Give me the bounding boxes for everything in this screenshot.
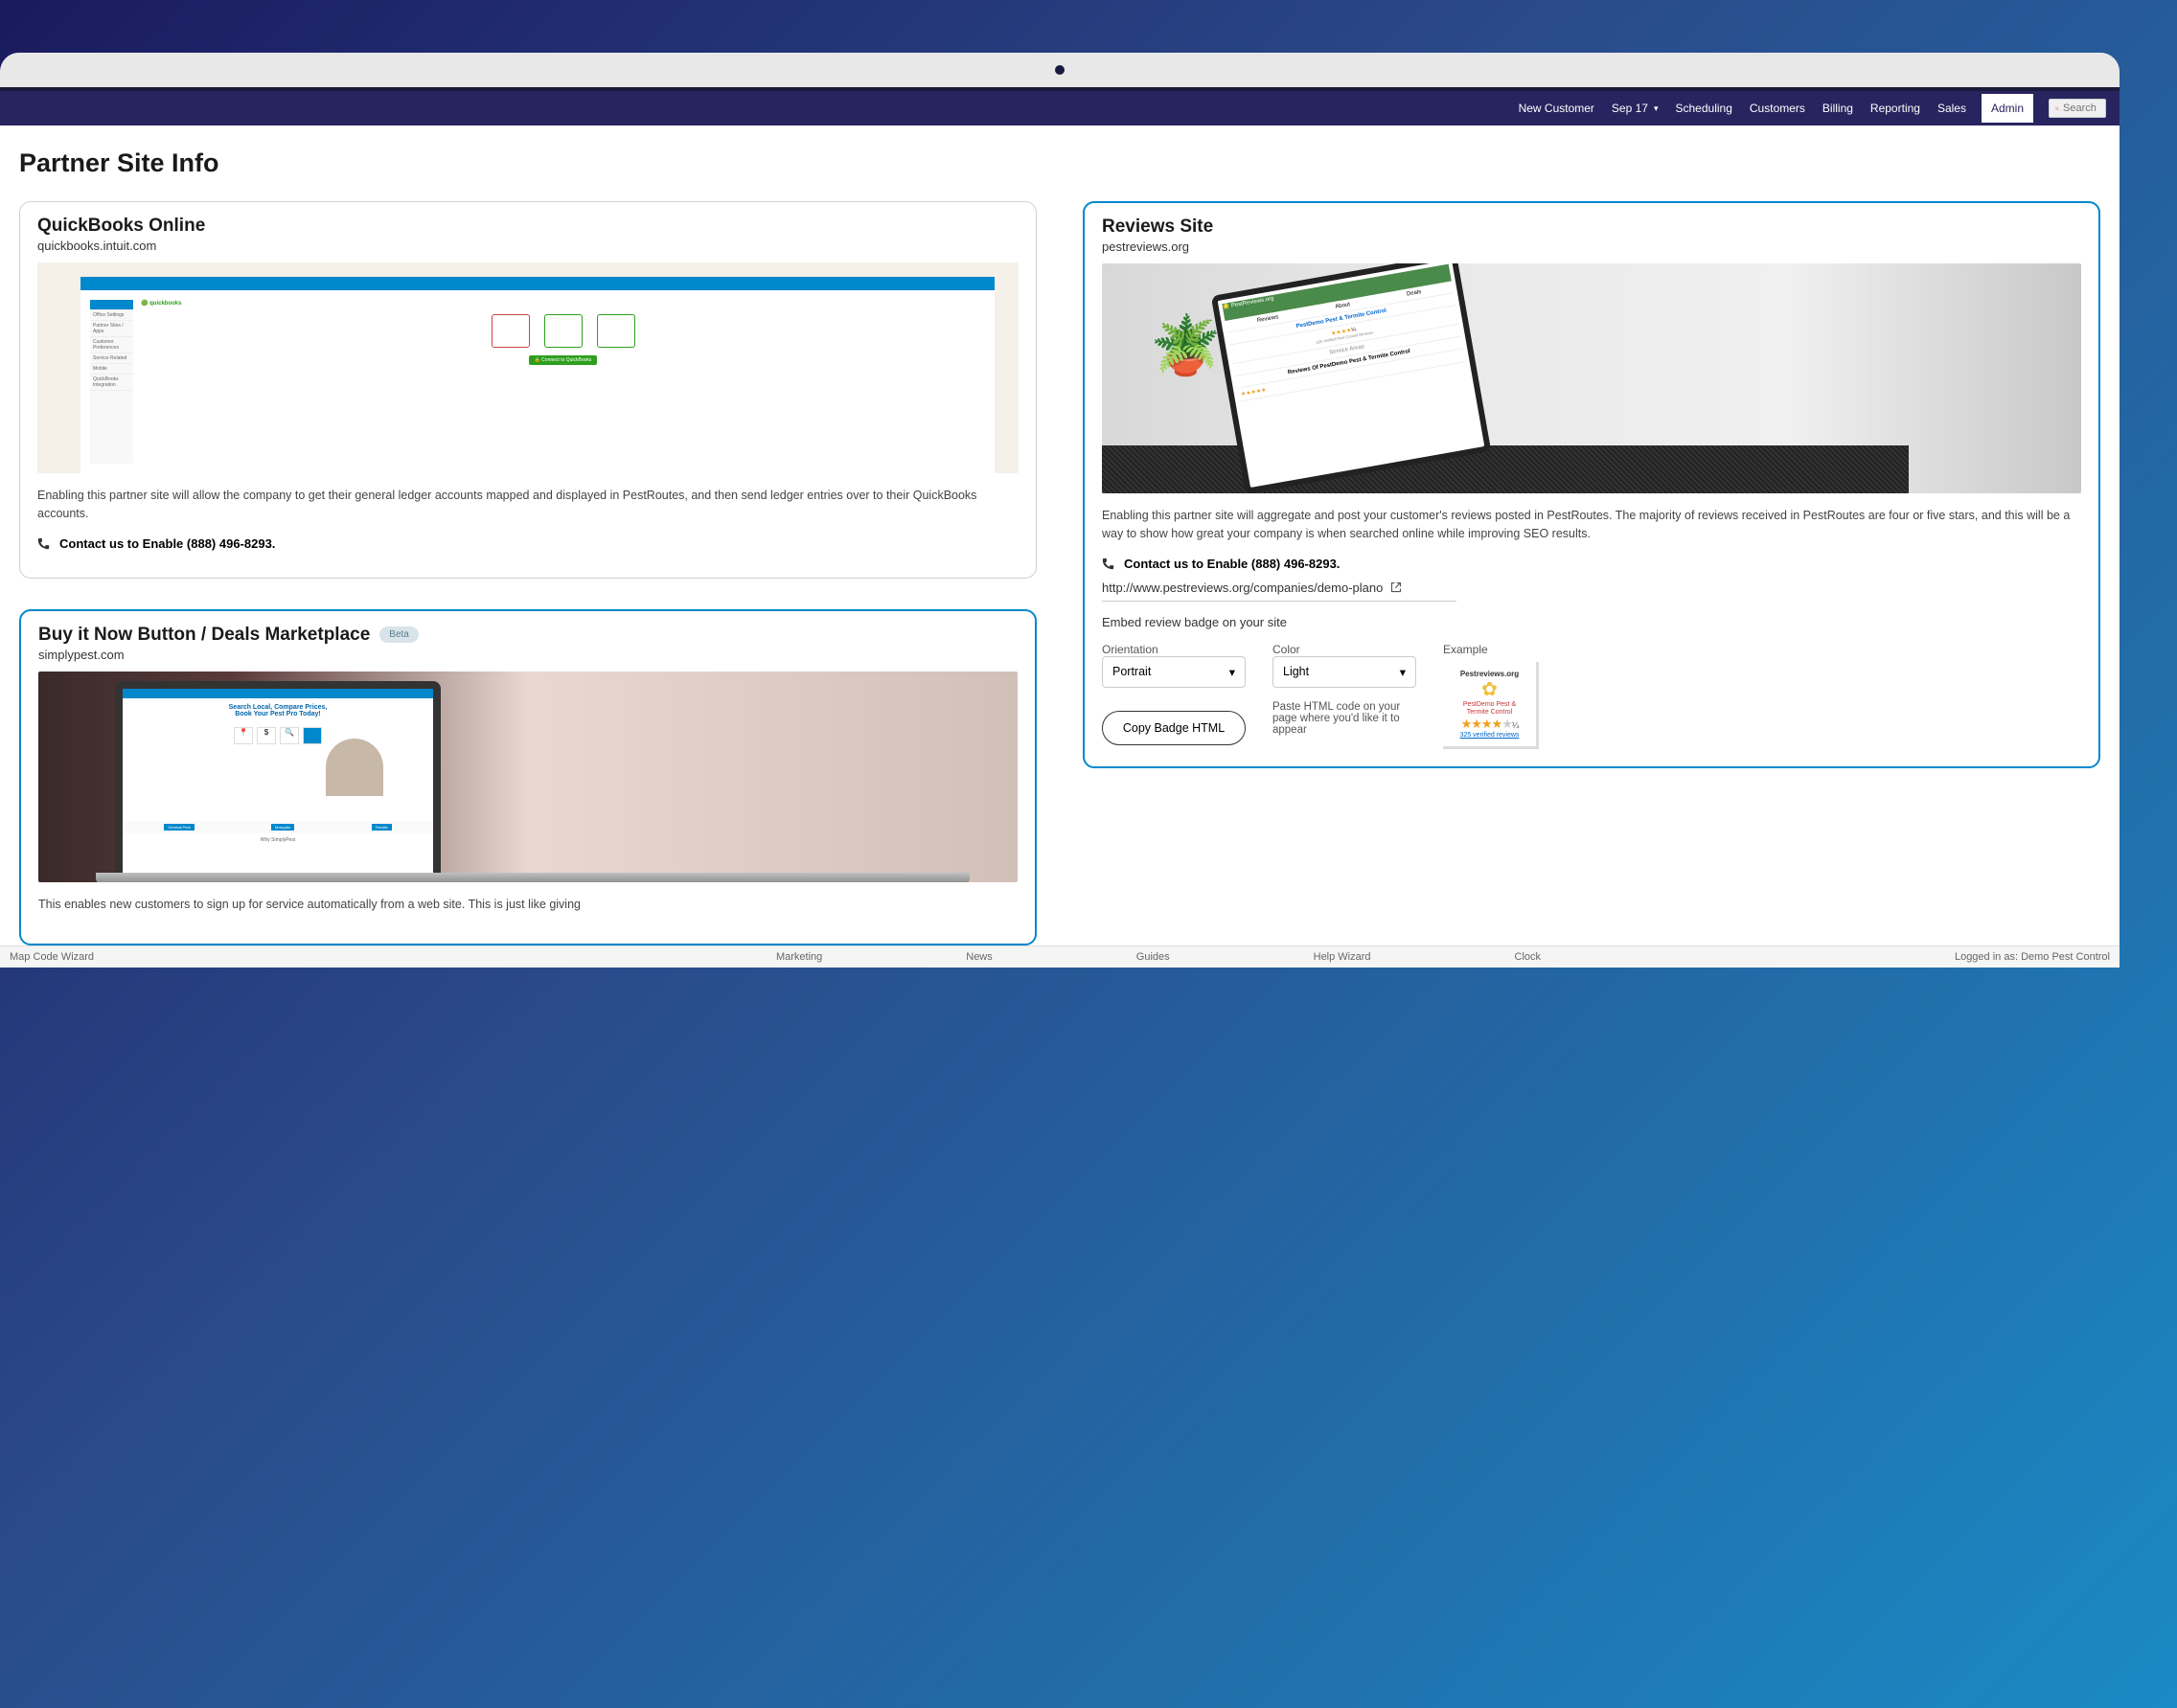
card-sub-quickbooks: quickbooks.intuit.com — [37, 239, 1019, 253]
contact-text-reviews: Contact us to Enable (888) 496-8293. — [1124, 557, 1340, 571]
card-title-quickbooks: QuickBooks Online — [37, 216, 1019, 237]
nav-new-customer[interactable]: New Customer — [1519, 102, 1594, 115]
card-desc-quickbooks: Enabling this partner site will allow th… — [37, 487, 1019, 523]
card-sub-buyitnow: simplypest.com — [38, 648, 1018, 662]
card-image-quickbooks: Office Settings Partner Sites / Apps Cus… — [37, 262, 1019, 473]
footer-helpwizard[interactable]: Help Wizard — [1314, 951, 1371, 963]
card-title-buyitnow: Buy it Now Button / Deals Marketplace Be… — [38, 625, 1018, 646]
nav-admin[interactable]: Admin — [1982, 94, 2033, 123]
embed-controls: Orientation Portrait ▾ Copy Badge HTML — [1102, 643, 2081, 750]
card-sub-reviews: pestreviews.org — [1102, 239, 2081, 254]
device-bezel — [0, 53, 2120, 87]
search-box[interactable] — [2049, 99, 2106, 118]
cards-col-left: QuickBooks Online quickbooks.intuit.com … — [19, 201, 1037, 945]
badge-company-name: PestDemo Pest & Termite Control — [1453, 701, 1526, 717]
cards-col-right: Reviews Site pestreviews.org 🪴 🌟 PestRev… — [1083, 201, 2100, 768]
badge-stars: ★★★★★¼ — [1453, 717, 1526, 732]
nav-customers[interactable]: Customers — [1750, 102, 1805, 115]
beta-badge: Beta — [379, 626, 419, 643]
footer-loggedin: Logged in as: Demo Pest Control — [1955, 951, 2110, 963]
qb-connect-button: 🔒 Connect to QuickBooks — [529, 355, 598, 365]
phone-icon — [37, 537, 50, 550]
footer-clock[interactable]: Clock — [1515, 951, 1542, 963]
device-frame: New Customer Sep 17 Scheduling Customers… — [0, 53, 2120, 968]
footer-news[interactable]: News — [966, 951, 993, 963]
nav-date[interactable]: Sep 17 — [1612, 102, 1659, 115]
color-select[interactable]: Light ▾ — [1272, 656, 1416, 688]
card-buyitnow: Buy it Now Button / Deals Marketplace Be… — [19, 609, 1037, 946]
card-desc-buyitnow: This enables new customers to sign up fo… — [38, 896, 1018, 914]
external-link-icon[interactable] — [1390, 581, 1402, 593]
card-reviews: Reviews Site pestreviews.org 🪴 🌟 PestRev… — [1083, 201, 2100, 768]
url-text-reviews: http://www.pestreviews.org/companies/dem… — [1102, 581, 1383, 595]
footer-guides[interactable]: Guides — [1136, 951, 1170, 963]
footer-marketing[interactable]: Marketing — [776, 951, 822, 963]
page-title: Partner Site Info — [19, 148, 2100, 178]
orientation-select[interactable]: Portrait ▾ — [1102, 656, 1246, 688]
camera-dot — [1055, 65, 1065, 75]
nav-reporting[interactable]: Reporting — [1870, 102, 1920, 115]
footer-mapcode[interactable]: Map Code Wizard — [10, 951, 94, 963]
contact-row-quickbooks: Contact us to Enable (888) 496-8293. — [37, 536, 1019, 551]
search-icon — [2055, 103, 2059, 114]
top-nav: New Customer Sep 17 Scheduling Customers… — [0, 87, 2120, 125]
search-input[interactable] — [2063, 102, 2099, 114]
contact-text-quickbooks: Contact us to Enable (888) 496-8293. — [59, 536, 275, 551]
app-window: New Customer Sep 17 Scheduling Customers… — [0, 87, 2120, 968]
badge-site-name: Pestreviews.org — [1453, 670, 1526, 678]
card-title-reviews: Reviews Site — [1102, 216, 2081, 238]
copy-badge-button[interactable]: Copy Badge HTML — [1102, 711, 1246, 745]
bottom-bar: Map Code Wizard Marketing News Guides He… — [0, 945, 2120, 968]
badge-flower-icon: ✿ — [1453, 680, 1526, 699]
card-image-buyitnow: Search Local, Compare Prices,Book Your P… — [38, 672, 1018, 882]
paste-instructions: Paste HTML code on your page where you'd… — [1272, 701, 1416, 736]
nav-scheduling[interactable]: Scheduling — [1676, 102, 1732, 115]
nav-billing[interactable]: Billing — [1822, 102, 1853, 115]
orientation-label: Orientation — [1102, 643, 1246, 656]
chevron-down-icon: ▾ — [1229, 665, 1235, 679]
example-label: Example — [1443, 643, 1539, 656]
example-badge: Pestreviews.org ✿ PestDemo Pest & Termit… — [1443, 662, 1539, 750]
card-desc-reviews: Enabling this partner site will aggregat… — [1102, 507, 2081, 543]
phone-icon — [1102, 558, 1114, 570]
card-quickbooks: QuickBooks Online quickbooks.intuit.com … — [19, 201, 1037, 579]
badge-verified-link[interactable]: 325 verified reviews — [1453, 732, 1526, 739]
color-label: Color — [1272, 643, 1416, 656]
url-row-reviews: http://www.pestreviews.org/companies/dem… — [1102, 581, 1456, 602]
chevron-down-icon: ▾ — [1400, 665, 1406, 679]
embed-label: Embed review badge on your site — [1102, 615, 2081, 629]
card-image-reviews: 🪴 🌟 PestReviews.org ReviewsAboutDeals Pe… — [1102, 263, 2081, 493]
cards-row: QuickBooks Online quickbooks.intuit.com … — [19, 201, 2100, 945]
content-area: Partner Site Info QuickBooks Online quic… — [0, 125, 2120, 945]
nav-sales[interactable]: Sales — [1937, 102, 1966, 115]
contact-row-reviews: Contact us to Enable (888) 496-8293. — [1102, 557, 2081, 571]
